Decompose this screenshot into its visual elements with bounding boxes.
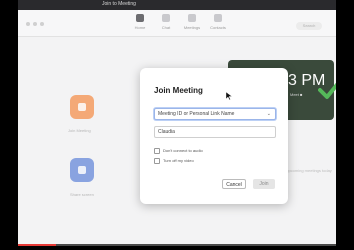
chat-icon xyxy=(162,14,170,22)
nav-home[interactable]: Home xyxy=(128,14,152,34)
mouse-cursor-icon xyxy=(226,92,232,100)
app-screen: Join to Meeting Home Chat Meetings Conta… xyxy=(18,0,336,244)
calendar-sub: Meet ■ xyxy=(290,92,303,97)
meeting-id-input[interactable]: Meeting ID or Personal Link Name ⌄ xyxy=(154,108,276,120)
top-nav: Home Chat Meetings Contacts Search xyxy=(18,10,336,37)
option-video[interactable]: Turn off my video xyxy=(154,158,194,164)
display-name-input[interactable]: Claudia xyxy=(154,126,276,138)
chevron-down-icon[interactable]: ⌄ xyxy=(267,109,271,119)
share-tile[interactable] xyxy=(70,158,94,182)
checkmark-icon xyxy=(318,82,336,99)
video-progress-fill xyxy=(18,244,57,246)
share-icon xyxy=(78,166,86,174)
option-audio[interactable]: Don't connect to audio xyxy=(154,148,203,154)
join-button[interactable]: Join xyxy=(253,179,275,189)
nav-meetings[interactable]: Meetings xyxy=(180,14,204,34)
video-progress-track[interactable] xyxy=(18,244,336,246)
video-icon xyxy=(78,103,86,111)
join-tile-label: Join Meeting xyxy=(68,128,91,133)
video-caption: Join to Meeting xyxy=(102,1,136,7)
nav-contacts[interactable]: Contacts xyxy=(206,14,230,34)
search-input[interactable]: Search xyxy=(296,22,322,30)
cancel-button[interactable]: Cancel xyxy=(222,179,246,189)
join-tile[interactable] xyxy=(70,95,94,119)
contacts-icon xyxy=(214,14,222,22)
share-tile-label: Share screen xyxy=(70,192,94,197)
video-title-bar: Join to Meeting xyxy=(18,0,336,10)
dialog-title: Join Meeting xyxy=(154,86,203,95)
nav-chat[interactable]: Chat xyxy=(154,14,178,34)
window-controls xyxy=(26,22,44,26)
clock-icon xyxy=(188,14,196,22)
join-meeting-dialog: Join Meeting Meeting ID or Personal Link… xyxy=(140,68,288,204)
home-icon xyxy=(136,14,144,22)
checkbox-icon[interactable] xyxy=(154,148,160,154)
checkbox-icon[interactable] xyxy=(154,158,160,164)
